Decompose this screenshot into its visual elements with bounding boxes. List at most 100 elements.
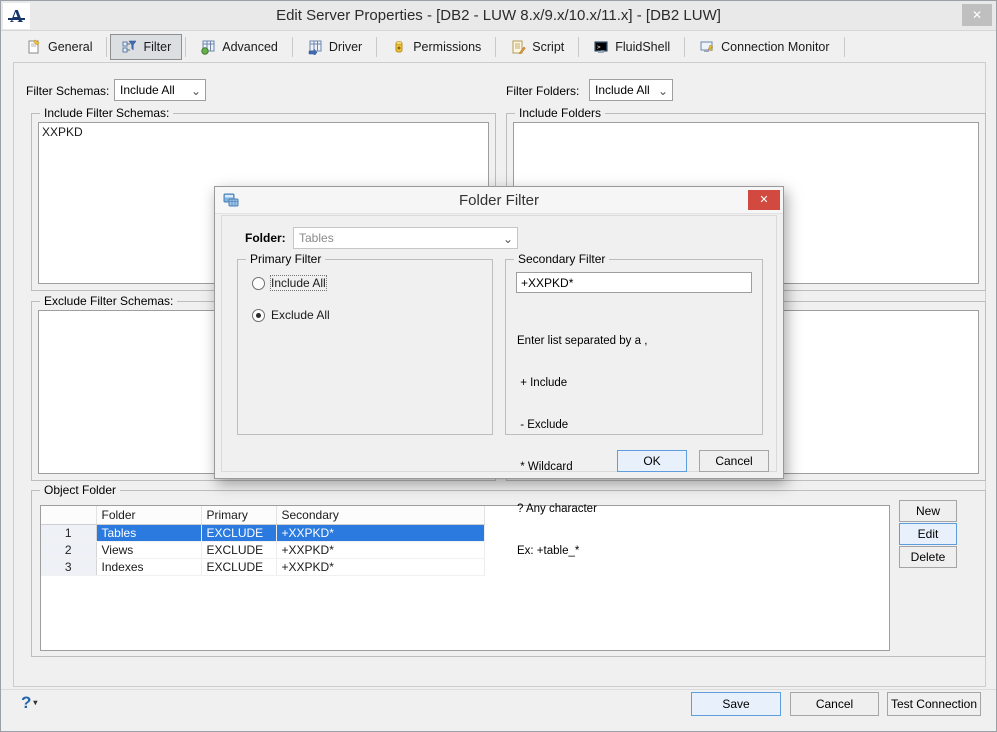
filter-schemas-select[interactable]: Include All ⌄	[114, 79, 206, 101]
tab-filter[interactable]: Filter	[110, 34, 183, 60]
tab-connection-monitor[interactable]: Connection Monitor	[688, 34, 840, 60]
tab-permissions[interactable]: Permissions	[380, 34, 492, 60]
include-all-radio-label[interactable]: Include All	[270, 275, 327, 291]
cell-primary[interactable]: EXCLUDE	[201, 558, 277, 576]
tab-label: Driver	[328, 40, 363, 54]
filter-folders-value: Include All	[595, 83, 650, 97]
footer-divider	[1, 689, 996, 690]
table-row[interactable]: 3 Indexes EXCLUDE +XXPKD*	[41, 558, 485, 576]
cell-secondary[interactable]: +XXPKD*	[276, 558, 485, 576]
secondary-filter-input[interactable]	[516, 272, 752, 293]
folder-select-value: Tables	[299, 231, 334, 245]
table-row[interactable]: 2 Views EXCLUDE +XXPKD*	[41, 541, 485, 559]
table-header-row: Folder Primary Secondary	[41, 506, 485, 525]
table-row[interactable]: 1 Tables EXCLUDE +XXPKD*	[41, 524, 485, 542]
object-folder-label: Object Folder	[40, 483, 121, 497]
help-icon: ?	[21, 693, 32, 712]
row-number: 2	[41, 541, 97, 559]
tab-separator	[185, 37, 187, 57]
test-connection-button[interactable]: Test Connection	[887, 692, 981, 716]
driver-icon	[307, 39, 323, 57]
tab-general[interactable]: General	[15, 34, 103, 60]
filter-schemas-value: Include All	[120, 83, 175, 97]
object-folder-table[interactable]: Folder Primary Secondary 1 Tables EXCLUD…	[40, 505, 890, 651]
include-folders-label: Include Folders	[515, 106, 606, 120]
column-header-primary[interactable]: Primary	[201, 506, 277, 525]
object-folder-group: Object Folder Folder Primary Secondary 1…	[31, 483, 986, 657]
row-number: 3	[41, 558, 97, 576]
tab-separator	[843, 37, 845, 57]
fluidshell-icon: >_	[593, 39, 609, 55]
new-button[interactable]: New	[899, 500, 957, 522]
chevron-down-icon: ⌄	[502, 232, 513, 246]
cell-primary[interactable]: EXCLUDE	[201, 524, 277, 542]
secondary-filter-help: Enter list separated by a , + Include - …	[517, 335, 648, 557]
tab-separator	[578, 37, 580, 57]
tab-driver[interactable]: Driver	[296, 34, 373, 60]
dialog-titlebar: Folder Filter ✕	[215, 187, 783, 214]
script-icon	[510, 39, 527, 55]
edit-button[interactable]: Edit	[899, 523, 957, 545]
tab-script[interactable]: Script	[499, 34, 575, 60]
ok-button[interactable]: OK	[617, 450, 687, 472]
column-header-secondary[interactable]: Secondary	[276, 506, 485, 525]
connection-monitor-icon	[699, 39, 715, 55]
cell-secondary[interactable]: +XXPKD*	[276, 524, 485, 542]
svg-text:>_: >_	[597, 44, 605, 51]
column-header-num[interactable]	[41, 506, 97, 525]
cell-folder[interactable]: Indexes	[96, 558, 202, 576]
tab-bar: General Filter Advanced Driver Permissio…	[15, 33, 848, 61]
folder-select[interactable]: Tables ⌄	[293, 227, 518, 249]
secondary-filter-label: Secondary Filter	[514, 252, 610, 266]
include-filter-schemas-label: Include Filter Schemas:	[40, 106, 174, 120]
folder-filter-dialog: Folder Filter ✕ Folder: Tables ⌄ Primary…	[214, 186, 784, 557]
tab-separator	[495, 37, 497, 57]
row-number: 1	[41, 524, 97, 542]
caret-down-icon: ▾	[33, 698, 38, 707]
tab-label: Permissions	[413, 40, 482, 54]
cell-primary[interactable]: EXCLUDE	[201, 541, 277, 559]
advanced-icon	[200, 39, 216, 55]
help-button[interactable]: ? ▾	[21, 693, 37, 713]
exclude-all-radio-row[interactable]: Exclude All	[252, 308, 330, 322]
tab-separator	[106, 37, 108, 57]
tab-label: Advanced	[222, 40, 278, 54]
general-icon	[26, 39, 42, 55]
cancel-button[interactable]: Cancel	[790, 692, 879, 716]
window-close-button[interactable]: ✕	[962, 4, 992, 26]
tab-fluidshell[interactable]: >_ FluidShell	[582, 34, 681, 60]
filter-folders-select[interactable]: Include All ⌄	[589, 79, 673, 101]
tab-label: General	[48, 40, 93, 54]
cell-folder[interactable]: Views	[96, 541, 202, 559]
chevron-down-icon: ⌄	[190, 84, 201, 98]
delete-button[interactable]: Delete	[899, 546, 957, 568]
tab-label: Connection Monitor	[721, 40, 830, 54]
folder-label: Folder:	[245, 231, 286, 245]
exclude-filter-schemas-label: Exclude Filter Schemas:	[40, 294, 178, 308]
tab-advanced[interactable]: Advanced	[189, 34, 289, 60]
edit-server-properties-window: A Edit Server Properties - [DB2 - LUW 8.…	[0, 0, 997, 732]
primary-filter-label: Primary Filter	[246, 252, 326, 266]
filter-icon	[121, 39, 137, 55]
dialog-cancel-button[interactable]: Cancel	[699, 450, 769, 472]
include-all-radio-row[interactable]: Include All	[252, 275, 327, 291]
secondary-filter-group: Secondary Filter Enter list separated by…	[505, 252, 763, 557]
cell-folder[interactable]: Tables	[96, 524, 202, 542]
tab-separator	[376, 37, 378, 57]
titlebar: A Edit Server Properties - [DB2 - LUW 8.…	[1, 1, 996, 31]
primary-filter-group: Primary Filter Include All Exclude All	[237, 252, 493, 435]
exclude-all-radio[interactable]	[252, 308, 265, 322]
save-button[interactable]: Save	[691, 692, 781, 716]
tab-label: Script	[532, 40, 565, 54]
chevron-down-icon: ⌄	[657, 84, 668, 98]
tab-separator	[291, 37, 293, 57]
column-header-folder[interactable]: Folder	[96, 506, 202, 525]
window-title: Edit Server Properties - [DB2 - LUW 8.x/…	[276, 7, 721, 24]
dialog-close-button[interactable]: ✕	[748, 190, 780, 210]
exclude-all-radio-label[interactable]: Exclude All	[271, 308, 330, 322]
cell-secondary[interactable]: +XXPKD*	[276, 541, 485, 559]
filter-schemas-label: Filter Schemas:	[26, 84, 110, 98]
tab-label: FluidShell	[615, 40, 671, 54]
include-all-radio[interactable]	[252, 276, 265, 290]
tab-label: Filter	[143, 40, 172, 54]
